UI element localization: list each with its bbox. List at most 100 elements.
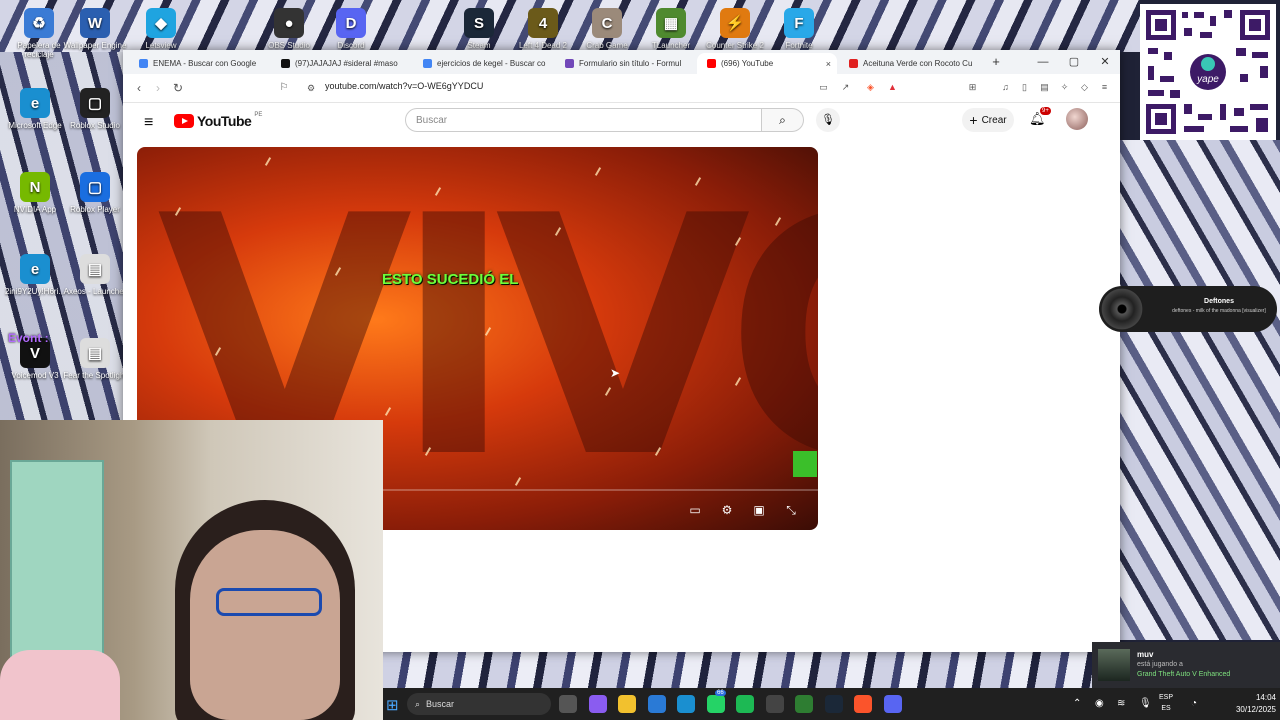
microphone-tray-icon[interactable]: 🎙︎ — [1139, 698, 1152, 709]
desktop-icon-roblox-studio[interactable]: ▢ Roblox Studio — [60, 88, 130, 130]
obs-icon[interactable] — [765, 695, 784, 713]
search-input[interactable]: Buscar — [405, 108, 762, 132]
desktop-icon-counter-strike-2[interactable]: ⚡ Counter Strike 2 — [700, 8, 770, 50]
taskbar: ⊞ ⌕ Buscar 66 ⌃ ◉ ≋ 🎙︎ ESP ES ◔ 14:04 30/12… — [383, 688, 1280, 720]
back-icon[interactable]: ‹ — [131, 80, 147, 96]
desktop-icon-obs-studio[interactable]: ● OBS Studio — [254, 8, 324, 50]
maximize-button[interactable]: ▢ — [1059, 50, 1089, 74]
media-icon[interactable]: ♫ — [999, 81, 1012, 94]
subtitles-icon[interactable]: ▭ — [685, 503, 705, 517]
youtube-logo[interactable]: YouTube PE — [174, 112, 262, 129]
webcam-person-face — [190, 530, 340, 720]
theater-mode-icon[interactable]: ▣ — [749, 503, 769, 517]
svg-text:yape: yape — [1196, 74, 1219, 85]
wallet-icon[interactable]: ▤ — [1038, 81, 1051, 94]
app-icon: S — [464, 8, 494, 38]
forms-icon — [565, 59, 574, 68]
tab-tiktok[interactable]: (97)JAJAJAJ #sideral #maso — [271, 53, 411, 74]
menu-icon[interactable]: ≡ — [1098, 81, 1111, 94]
extensions-icon[interactable]: ⊞ — [966, 81, 979, 94]
brave-shields-icon[interactable]: ◈ — [864, 81, 877, 94]
clock[interactable]: 14:04 30/12/2025 — [1210, 692, 1276, 716]
create-label: Crear — [981, 114, 1007, 126]
edge-icon[interactable] — [677, 695, 695, 713]
app-icon: ▦ — [656, 8, 686, 38]
desktop-icon-label: Discord — [337, 41, 365, 50]
desktop-icon-crab-game[interactable]: C Crab Game — [572, 8, 642, 50]
desktop-icon-label: Counter Strike 2 — [706, 41, 764, 50]
create-button[interactable]: + Crear — [962, 108, 1014, 132]
desktop-icon-discord[interactable]: D Discord — [316, 8, 386, 50]
desktop-icon-label: Wallpaper Engine — [63, 41, 127, 50]
desktop-icon-tlauncher[interactable]: ▦ TLauncher — [636, 8, 706, 50]
bookmark-icon[interactable]: ⚐ — [276, 80, 292, 96]
app-icon: ◆ — [146, 8, 176, 38]
evont-overlay: Evont : — [8, 331, 49, 345]
forward-icon[interactable]: › — [150, 80, 166, 96]
language-code: ESP — [1159, 694, 1174, 701]
keyboard-code: ES — [1161, 705, 1171, 712]
discord-icon[interactable] — [883, 695, 902, 713]
store-icon[interactable] — [647, 695, 666, 713]
tab-google-enema[interactable]: ENEMA - Buscar con Google — [129, 53, 269, 74]
sidebar-icon[interactable]: ▯ — [1018, 81, 1031, 94]
desktop-icon-wallpaper-engine[interactable]: W Wallpaper Engine — [60, 8, 130, 50]
close-window-button[interactable]: ✕ — [1090, 50, 1120, 74]
desktop-icon-left-4-dead-2[interactable]: 4 Left 4 Dead 2 — [508, 8, 578, 50]
taskbar-search-label: Buscar — [426, 699, 455, 709]
tab-youtube[interactable]: (696) YouTube × — [697, 53, 837, 74]
desktop-icon-steam[interactable]: S Steam — [444, 8, 514, 50]
xbox-icon[interactable] — [795, 695, 813, 713]
fullscreen-icon[interactable]: ⤡ — [781, 503, 801, 518]
copilot-icon[interactable] — [588, 695, 607, 713]
close-tab-icon[interactable]: × — [826, 59, 831, 69]
vpn-icon[interactable]: ◇ — [1078, 81, 1091, 94]
network-icon[interactable]: ≋ — [1117, 698, 1125, 709]
desktop-icon-label: Fortnite — [785, 41, 813, 50]
tab-forms[interactable]: Formulario sin título - Formul — [555, 53, 695, 74]
search-icon: ⌕ — [415, 698, 421, 709]
yape-qr-code: yape — [1140, 4, 1276, 140]
settings-gear-icon[interactable]: ⚙ — [717, 503, 737, 517]
site-settings-icon[interactable]: ⚙ — [303, 80, 319, 96]
desktop-icon-label: Roblox Player — [70, 205, 120, 214]
spotify-icon[interactable] — [736, 695, 754, 713]
tab-recipe[interactable]: Aceituna Verde con Rocoto Cu — [839, 53, 979, 74]
desktop-icon-axeos-launcher[interactable]: ▤ Axeos - Launcher — [60, 254, 130, 296]
tray-app-icon[interactable]: ◉ — [1095, 698, 1104, 709]
url-text[interactable]: youtube.com/watch?v=O-WE6gYYDCU — [325, 81, 483, 91]
search-icon[interactable]: ⌕ — [762, 108, 804, 132]
address-bar: ‹ › ↻ ⚐ ⚙ youtube.com/watch?v=O-WE6gYYDC… — [123, 74, 1120, 103]
desktop-icon-fortnite[interactable]: F Fortnite — [764, 8, 834, 50]
steam-icon[interactable] — [824, 695, 843, 713]
youtube-play-icon — [174, 114, 194, 128]
file-explorer-icon[interactable] — [618, 695, 636, 713]
clock-time: 14:04 — [1255, 693, 1276, 702]
taskbar-search[interactable]: ⌕ Buscar — [407, 693, 551, 715]
tab-google-kegel[interactable]: ejercicios de kegel - Buscar co — [413, 53, 553, 74]
desktop-icon-letsview[interactable]: ◆ Letsview — [126, 8, 196, 50]
brave-rewards-icon[interactable]: ▲ — [886, 81, 899, 94]
whatsapp-icon[interactable] — [706, 695, 725, 713]
task-view-icon[interactable] — [559, 695, 577, 713]
share-icon[interactable]: ↗ — [839, 81, 852, 94]
windows-start-icon[interactable]: ⊞ — [386, 696, 399, 714]
account-avatar[interactable] — [1066, 108, 1088, 130]
hamburger-menu-icon[interactable]: ≡ — [144, 114, 153, 132]
minimize-button[interactable]: — — [1028, 50, 1058, 74]
app-icon: ● — [274, 8, 304, 38]
desktop-icon-label: OBS Studio — [268, 41, 310, 50]
tab-title: Formulario sin título - Formul — [579, 59, 682, 68]
desktop-icon-fear-the-spotlight[interactable]: ▤ Fear the Spotlight — [60, 338, 130, 380]
new-tab-button[interactable]: + — [981, 50, 1011, 74]
leo-ai-icon[interactable]: ✧ — [1058, 81, 1071, 94]
language-indicator[interactable]: ESP ES — [1159, 692, 1173, 714]
microphone-icon[interactable]: 🎙︎ — [816, 108, 840, 132]
cast-icon[interactable]: ▭ — [817, 81, 830, 94]
desktop-icon-roblox-player[interactable]: ▢ Roblox Player — [60, 172, 130, 214]
app-icon: e — [20, 88, 50, 118]
tray-chevron-icon[interactable]: ⌃ — [1073, 698, 1081, 709]
wifi-icon[interactable]: ◔ — [1191, 698, 1197, 709]
brave-icon[interactable] — [854, 695, 872, 713]
reload-icon[interactable]: ↻ — [170, 80, 186, 96]
